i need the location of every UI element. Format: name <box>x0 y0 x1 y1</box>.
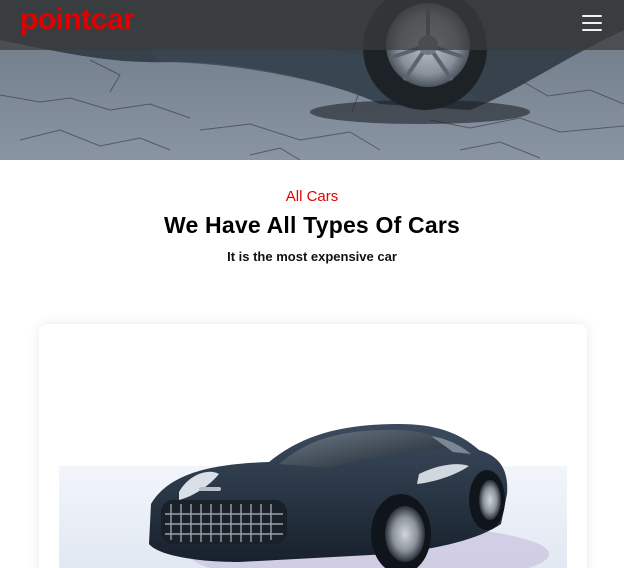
menu-bar <box>582 21 602 24</box>
section-heading: All Cars We Have All Types Of Cars It is… <box>0 188 624 264</box>
section-subtitle: It is the most expensive car <box>227 249 397 264</box>
brand-logo[interactable]: pointcar <box>20 5 135 35</box>
car-image <box>59 424 567 568</box>
hero-banner: pointcar <box>0 0 624 160</box>
section-eyebrow: All Cars <box>285 188 339 205</box>
car-card[interactable] <box>39 324 587 568</box>
menu-bar <box>582 14 602 17</box>
hamburger-icon[interactable] <box>582 11 606 35</box>
navbar: pointcar <box>0 0 624 50</box>
section-title: We Have All Types Of Cars <box>163 212 460 238</box>
menu-bar <box>582 28 602 31</box>
